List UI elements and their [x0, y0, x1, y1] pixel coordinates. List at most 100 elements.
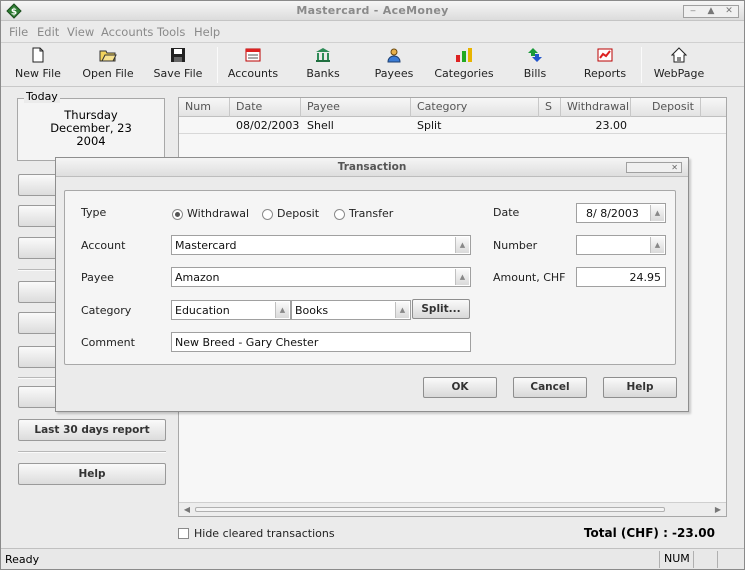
window-controls: ‒ ▲ ✕	[683, 5, 739, 18]
date-label: Date	[493, 206, 520, 219]
open-file-label: Open File	[82, 67, 134, 80]
toolbar-separator	[641, 47, 642, 83]
title-bar: $ Mastercard - AceMoney ‒ ▲ ✕	[1, 1, 744, 21]
menu-tools[interactable]: Tools	[157, 25, 185, 39]
subcategory-combo[interactable]: Books ▲	[291, 300, 411, 320]
payee-value: Amazon	[175, 271, 220, 284]
deposit-radio-label[interactable]: Deposit	[277, 207, 319, 220]
column-date[interactable]: Date	[230, 98, 301, 117]
account-combo[interactable]: Mastercard ▲	[171, 235, 471, 255]
transaction-form: Type Withdrawal Deposit Transfer Account…	[64, 190, 676, 365]
column-deposit[interactable]: Deposit	[631, 98, 701, 117]
hide-cleared-checkbox[interactable]: Hide cleared transactions	[178, 527, 358, 541]
scroll-left-arrow-icon[interactable]: ◀	[181, 504, 193, 515]
accounts-button[interactable]: Accounts	[218, 47, 288, 85]
comment-value: New Breed - Gary Chester	[175, 336, 319, 349]
dialog-close-button[interactable]: ✕	[626, 162, 682, 173]
webpage-label: WebPage	[653, 67, 705, 80]
payees-button[interactable]: Payees	[359, 47, 429, 85]
number-combo[interactable]: ▲	[576, 235, 666, 255]
close-button[interactable]: ✕	[720, 6, 738, 17]
chevron-down-icon[interactable]: ▲	[650, 237, 664, 253]
cell-payee: Shell	[307, 119, 334, 132]
dialog-help-button[interactable]: Help	[603, 377, 677, 398]
account-value: Mastercard	[175, 239, 237, 252]
chevron-down-icon[interactable]: ▲	[455, 237, 469, 253]
amount-value: 24.95	[629, 271, 662, 284]
bills-button[interactable]: Bills	[500, 47, 570, 85]
categories-button[interactable]: Categories	[429, 47, 499, 85]
column-payee[interactable]: Payee	[301, 98, 411, 117]
subcategory-value: Books	[295, 304, 329, 317]
category-combo[interactable]: Education ▲	[171, 300, 291, 320]
minimize-button[interactable]: ‒	[684, 6, 702, 17]
new-file-button[interactable]: New File	[3, 47, 73, 85]
menu-help[interactable]: Help	[194, 25, 220, 39]
deposit-radio[interactable]	[262, 209, 273, 220]
withdrawal-radio[interactable]	[172, 209, 183, 220]
today-box: Thursday December, 23 2004	[17, 98, 165, 161]
payee-label: Payee	[81, 271, 114, 284]
table-row[interactable]: 08/02/2003 Shell Split 23.00	[179, 118, 726, 134]
save-file-label: Save File	[153, 67, 203, 80]
withdrawal-radio-label[interactable]: Withdrawal	[187, 207, 249, 220]
menu-view[interactable]: View	[67, 25, 94, 39]
transactions-header: Num Date Payee Category S Withdrawal Dep…	[179, 98, 726, 117]
payee-combo[interactable]: Amazon ▲	[171, 267, 471, 287]
menu-file[interactable]: File	[9, 25, 28, 39]
reports-label: Reports	[583, 67, 627, 80]
column-withdrawal[interactable]: Withdrawal	[561, 98, 631, 117]
scrollbar-thumb[interactable]	[195, 507, 665, 512]
menu-edit[interactable]: Edit	[37, 25, 59, 39]
chevron-down-icon[interactable]: ▲	[275, 302, 289, 318]
new-file-icon	[32, 47, 44, 63]
amount-label: Amount, CHF	[493, 271, 566, 284]
comment-input[interactable]: New Breed - Gary Chester	[171, 332, 471, 352]
left-help-button[interactable]: Help	[18, 463, 166, 485]
column-num[interactable]: Num	[179, 98, 230, 117]
open-folder-icon	[99, 50, 117, 62]
banks-button[interactable]: Banks	[288, 47, 358, 85]
status-num: NUM	[659, 551, 693, 568]
webpage-home-icon	[671, 47, 687, 63]
date-picker[interactable]: 8/ 8/2003 ▲	[576, 203, 666, 223]
column-category[interactable]: Category	[411, 98, 539, 117]
horizontal-scrollbar[interactable]: ◀ ▶	[179, 502, 726, 516]
window-title: Mastercard - AceMoney	[296, 4, 449, 17]
today-date: Thursday December, 23 2004	[18, 109, 164, 148]
account-label: Account	[81, 239, 126, 252]
category-value: Education	[175, 304, 230, 317]
amount-input[interactable]: 24.95	[576, 267, 666, 287]
bank-icon	[316, 48, 330, 62]
split-button[interactable]: Split...	[412, 299, 470, 319]
calendar-dropdown-icon[interactable]: ▲	[650, 205, 664, 221]
reports-button[interactable]: Reports	[570, 47, 640, 85]
ok-button[interactable]: OK	[423, 377, 497, 398]
cell-withdrawal: 23.00	[595, 119, 628, 132]
menu-accounts[interactable]: Accounts	[101, 25, 153, 39]
number-label: Number	[493, 239, 538, 252]
transfer-radio[interactable]	[334, 209, 345, 220]
date-value: 8/ 8/2003	[586, 207, 639, 220]
categories-label: Categories	[434, 67, 494, 80]
cell-category: Split	[417, 119, 442, 132]
scroll-right-arrow-icon[interactable]: ▶	[712, 504, 724, 515]
total-label: Total (CHF) : -23.00	[583, 526, 715, 540]
chevron-down-icon[interactable]: ▲	[455, 269, 469, 285]
save-file-button[interactable]: Save File	[143, 47, 213, 85]
left-separator	[18, 451, 166, 453]
menu-bar: File Edit View Accounts Tools Help	[1, 21, 744, 43]
cell-date: 08/02/2003	[236, 119, 300, 132]
transfer-radio-label[interactable]: Transfer	[349, 207, 393, 220]
webpage-button[interactable]: WebPage	[644, 47, 714, 85]
type-label: Type	[81, 206, 107, 219]
hide-cleared-checkbox-box[interactable]	[178, 528, 189, 539]
last-30-days-report-button[interactable]: Last 30 days report	[18, 419, 166, 441]
maximize-button[interactable]: ▲	[702, 6, 720, 17]
open-file-button[interactable]: Open File	[73, 47, 143, 85]
column-status[interactable]: S	[539, 98, 561, 117]
cancel-button[interactable]: Cancel	[513, 377, 587, 398]
chevron-down-icon[interactable]: ▲	[395, 302, 409, 318]
toolbar: New File Open File Save File Accounts Ba…	[1, 43, 744, 87]
accounts-label: Accounts	[227, 67, 279, 80]
